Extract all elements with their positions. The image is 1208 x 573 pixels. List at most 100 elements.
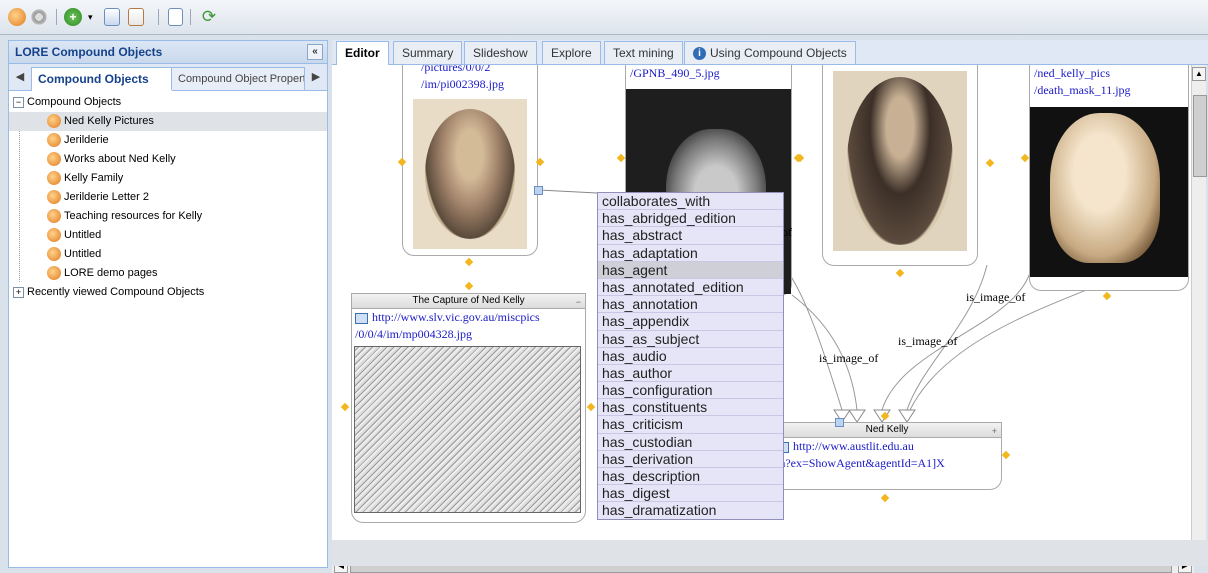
- page-icon[interactable]: [168, 8, 183, 26]
- relation-option[interactable]: has_derivation: [598, 451, 783, 468]
- relation-option[interactable]: has_appendix: [598, 313, 783, 330]
- tree-item[interactable]: Untitled: [9, 226, 327, 245]
- web-page-icon: [355, 313, 368, 324]
- relation-option-highlighted[interactable]: has_agent: [598, 262, 783, 279]
- compound-object-tree: −Compound Objects Ned Kelly Pictures Jer…: [9, 93, 327, 302]
- relation-option[interactable]: has_description: [598, 468, 783, 485]
- tree-item-label: Kelly Family: [64, 172, 123, 184]
- tab-summary[interactable]: Summary: [393, 41, 462, 64]
- collapse-icon[interactable]: −: [13, 97, 24, 108]
- tab-compound-objects[interactable]: Compound Objects: [31, 67, 173, 91]
- panel-title: LORE Compound Objects: [15, 45, 162, 59]
- agent-node[interactable]: Ned Kelly+ http://www.austlit.edu.au in?…: [772, 422, 1002, 490]
- tab-explore[interactable]: Explore: [542, 41, 601, 64]
- compound-object-icon: [47, 266, 61, 280]
- tree-item-label: Works about Ned Kelly: [64, 153, 176, 165]
- add-icon[interactable]: +: [64, 8, 82, 26]
- engraving-image: [354, 346, 581, 513]
- collapse-panel-button[interactable]: «: [307, 44, 323, 60]
- relation-option[interactable]: has_criticism: [598, 416, 783, 433]
- settings-icon[interactable]: [30, 8, 48, 26]
- resource-node[interactable]: /ned_kelly_pics /death_mask_11.jpg: [1029, 65, 1189, 291]
- main-tabbar: Editor Summary Slideshow Explore Text mi…: [332, 40, 1208, 65]
- tab-slideshow[interactable]: Slideshow: [464, 41, 537, 64]
- node-url[interactable]: /im/pi002398.jpg: [403, 76, 537, 93]
- relation-option[interactable]: has_annotated_edition: [598, 279, 783, 296]
- resource-node[interactable]: /pictures/0/0/2 /im/pi002398.jpg: [402, 65, 538, 256]
- node-title-bar: Ned Kelly+: [773, 423, 1001, 438]
- relation-option[interactable]: has_dramatization: [598, 502, 783, 519]
- delete-icon[interactable]: [128, 8, 144, 26]
- relation-option[interactable]: has_adaptation: [598, 245, 783, 262]
- relation-option[interactable]: has_digest: [598, 485, 783, 502]
- panel-header: LORE Compound Objects «: [9, 41, 327, 64]
- toolbar-divider: [56, 9, 57, 25]
- tree-item[interactable]: Jerilderie: [9, 131, 327, 150]
- tab-using-label: Using Compound Objects: [710, 46, 847, 60]
- resource-node[interactable]: [822, 65, 978, 266]
- relation-option[interactable]: collaborates_with: [598, 193, 783, 210]
- node-url[interactable]: http://www.slv.vic.gov.au/miscpics: [352, 309, 585, 326]
- tree-root-label: Compound Objects: [27, 96, 121, 108]
- tab-text-mining[interactable]: Text mining: [604, 41, 683, 64]
- edge: [539, 190, 597, 193]
- edge-anchor[interactable]: [835, 418, 844, 427]
- node-url-text[interactable]: http://www.austlit.edu.au: [793, 439, 914, 453]
- expand-node-icon[interactable]: +: [992, 424, 997, 438]
- tree-root[interactable]: −Compound Objects: [9, 93, 327, 112]
- scroll-right-icon[interactable]: ▶: [309, 70, 323, 84]
- node-url[interactable]: /death_mask_11.jpg: [1030, 82, 1188, 99]
- node-url[interactable]: in?ex=ShowAgent&agentId=A1]X: [773, 455, 1001, 472]
- relation-option[interactable]: has_as_subject: [598, 331, 783, 348]
- tree-item-label: Jerilderie: [64, 134, 109, 146]
- relation-option[interactable]: has_constituents: [598, 399, 783, 416]
- tree-item[interactable]: Works about Ned Kelly: [9, 150, 327, 169]
- tab-editor[interactable]: Editor: [336, 41, 389, 65]
- tree-item-label: LORE demo pages: [64, 267, 158, 279]
- node-url[interactable]: /0/0/4/im/mp004328.jpg: [352, 326, 585, 343]
- tree-recent[interactable]: +Recently viewed Compound Objects: [9, 283, 327, 302]
- relation-option[interactable]: has_annotation: [598, 296, 783, 313]
- relation-option[interactable]: has_abridged_edition: [598, 210, 783, 227]
- tree-item[interactable]: Ned Kelly Pictures: [9, 112, 327, 131]
- tree-item[interactable]: LORE demo pages: [9, 264, 327, 283]
- node-url[interactable]: /ned_kelly_pics: [1030, 65, 1188, 82]
- toolbar: + ▾ ⟳: [0, 0, 1208, 35]
- toolbar-divider: [190, 9, 191, 25]
- refresh-icon[interactable]: ⟳: [200, 8, 218, 26]
- tab-compound-object-properties[interactable]: Compound Object Propert: [171, 67, 305, 90]
- relation-option[interactable]: has_custodian: [598, 434, 783, 451]
- relation-option[interactable]: has_abstract: [598, 227, 783, 244]
- copy-icon[interactable]: [104, 8, 120, 26]
- relation-type-dropdown[interactable]: collaborates_with has_abridged_edition h…: [597, 192, 784, 520]
- expand-icon[interactable]: +: [13, 287, 24, 298]
- graph-canvas[interactable]: /pictures/0/0/2 /im/pi002398.jpg /GPNB_4…: [332, 65, 1194, 558]
- tree-item[interactable]: Teaching resources for Kelly: [9, 207, 327, 226]
- scroll-left-icon[interactable]: ◀: [13, 70, 27, 84]
- relation-option[interactable]: has_configuration: [598, 382, 783, 399]
- edge-anchor[interactable]: [534, 186, 543, 195]
- vertical-scroll-thumb[interactable]: [1193, 95, 1207, 177]
- compound-object-icon: [47, 171, 61, 185]
- edge-label[interactable]: is_image_of: [966, 290, 1025, 305]
- collapse-node-icon[interactable]: −: [576, 295, 581, 309]
- tree-item[interactable]: Untitled: [9, 245, 327, 264]
- node-url[interactable]: http://www.austlit.edu.au: [773, 438, 1001, 455]
- tree-item[interactable]: Jerilderie Letter 2: [9, 188, 327, 207]
- edge-label[interactable]: is_image_of: [819, 351, 878, 366]
- node-url[interactable]: /GPNB_490_5.jpg: [626, 65, 791, 82]
- node-url-text[interactable]: http://www.slv.vic.gov.au/miscpics: [372, 310, 540, 324]
- node-url[interactable]: /pictures/0/0/2: [403, 65, 537, 76]
- tree-item[interactable]: Kelly Family: [9, 169, 327, 188]
- relation-option[interactable]: has_author: [598, 365, 783, 382]
- edge-label[interactable]: is_image_of: [898, 334, 957, 349]
- relation-option[interactable]: has_audio: [598, 348, 783, 365]
- lore-icon[interactable]: [8, 8, 26, 26]
- vertical-scrollbar[interactable]: ▲ ▼: [1191, 65, 1206, 558]
- resource-node-capture[interactable]: The Capture of Ned Kelly− http://www.slv…: [351, 293, 586, 523]
- tab-using-compound-objects[interactable]: iUsing Compound Objects: [684, 41, 856, 64]
- scroll-up-icon[interactable]: ▲: [1192, 67, 1206, 81]
- tree-item-label: Jerilderie Letter 2: [64, 191, 149, 203]
- dropdown-icon[interactable]: ▾: [88, 8, 96, 26]
- lore-panel: LORE Compound Objects « ◀ Compound Objec…: [8, 40, 328, 568]
